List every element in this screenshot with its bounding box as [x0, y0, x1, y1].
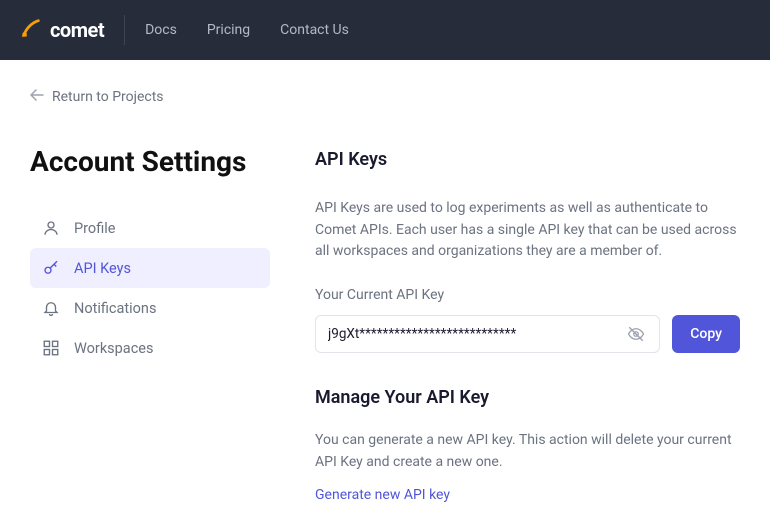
sidebar-item-label: API Keys [74, 260, 131, 277]
manage-description: You can generate a new API key. This act… [315, 430, 740, 473]
key-icon [42, 259, 60, 277]
brand-name: comet [50, 18, 104, 42]
nav-contact[interactable]: Contact Us [280, 22, 349, 38]
eye-off-icon[interactable] [625, 323, 647, 345]
bell-icon [42, 299, 60, 317]
top-nav: Docs Pricing Contact Us [145, 22, 349, 38]
sidebar: Account Settings Profile [30, 145, 270, 503]
nav-pricing[interactable]: Pricing [207, 22, 250, 38]
generate-api-key-link[interactable]: Generate new API key [315, 487, 740, 503]
api-key-field-wrap [315, 315, 660, 353]
logo[interactable]: comet [20, 15, 125, 45]
sidebar-item-label: Workspaces [74, 340, 153, 357]
sidebar-item-api-keys[interactable]: API Keys [30, 248, 270, 288]
section-title-manage: Manage Your API Key [315, 387, 740, 408]
current-key-label: Your Current API Key [315, 287, 740, 303]
arrow-left-icon [30, 89, 44, 105]
copy-button[interactable]: Copy [672, 315, 740, 353]
user-icon [42, 219, 60, 237]
sidebar-item-label: Profile [74, 220, 115, 237]
topbar: comet Docs Pricing Contact Us [0, 0, 770, 60]
return-to-projects-link[interactable]: Return to Projects [30, 89, 164, 105]
return-link-label: Return to Projects [52, 89, 164, 105]
grid-icon [42, 339, 60, 357]
api-key-input[interactable] [328, 326, 625, 342]
sidebar-item-notifications[interactable]: Notifications [30, 288, 270, 328]
sidebar-item-profile[interactable]: Profile [30, 208, 270, 248]
page-body: Return to Projects Account Settings Prof… [0, 60, 770, 529]
sidebar-item-workspaces[interactable]: Workspaces [30, 328, 270, 368]
page-title: Account Settings [30, 145, 270, 178]
nav-docs[interactable]: Docs [145, 22, 177, 38]
comet-logo-icon [20, 17, 42, 43]
main-content: API Keys API Keys are used to log experi… [315, 145, 740, 503]
api-keys-description: API Keys are used to log experiments as … [315, 198, 740, 263]
section-title-api-keys: API Keys [315, 149, 740, 170]
sidebar-item-label: Notifications [74, 300, 156, 317]
